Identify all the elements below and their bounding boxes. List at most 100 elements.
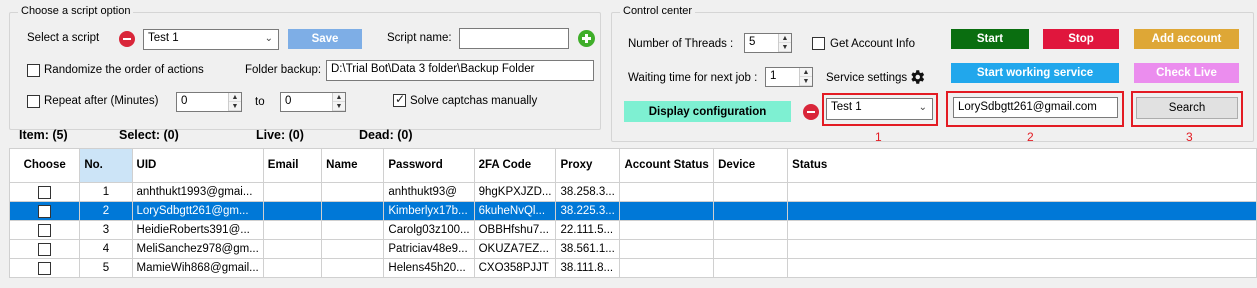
cell-status[interactable] — [787, 182, 1257, 202]
cell-device[interactable] — [713, 182, 789, 202]
cell-account-status[interactable] — [619, 182, 715, 202]
randomize-checkbox[interactable] — [27, 64, 40, 77]
col-account-status[interactable]: Account Status — [619, 148, 715, 183]
col-password[interactable]: Password — [383, 148, 475, 183]
gear-icon[interactable] — [908, 68, 926, 86]
table-row[interactable]: 2 LorySdbgtt261@gm... Kimberlyx17b... 6kuhe… — [8, 201, 1257, 221]
cell-email[interactable] — [262, 182, 323, 202]
add-account-button[interactable]: Add account — [1134, 29, 1239, 49]
cell-uid[interactable]: LorySdbgtt261@gm... — [131, 201, 264, 221]
script-name-input[interactable] — [459, 28, 569, 49]
cell-account-status[interactable] — [619, 220, 715, 240]
cell-uid[interactable]: HeidieRoberts391@... — [131, 220, 264, 240]
cell-password[interactable]: Helens45h20... — [383, 258, 475, 278]
start-working-service-button[interactable]: Start working service — [951, 63, 1119, 83]
cell-device[interactable] — [713, 220, 789, 240]
waiting-time-spinner[interactable]: 1 ▲ ▼ — [765, 67, 813, 87]
folder-backup-input[interactable]: D:\Trial Bot\Data 3 folder\Backup Folder — [326, 60, 594, 81]
choose-cell[interactable] — [8, 182, 81, 202]
remove-config-icon[interactable] — [803, 104, 819, 120]
cell-password[interactable]: Patriciav48e9... — [383, 239, 475, 259]
cell-no[interactable]: 5 — [79, 258, 133, 278]
spinner-arrows-icon[interactable]: ▲ ▼ — [228, 93, 241, 111]
solve-captcha-checkbox[interactable] — [393, 92, 406, 107]
cell-name[interactable] — [321, 220, 385, 240]
row-checkbox[interactable] — [38, 261, 52, 275]
cell-proxy[interactable]: 38.561.1... — [555, 239, 621, 259]
cell-status[interactable] — [787, 239, 1257, 259]
cell-password[interactable]: anhthukt93@ — [383, 182, 475, 202]
cell-account-status[interactable] — [619, 201, 715, 221]
cell-name[interactable] — [321, 258, 385, 278]
remove-script-icon[interactable] — [119, 31, 135, 47]
cell-email[interactable] — [262, 239, 323, 259]
cell-twofa[interactable]: OBBHfshu7... — [473, 220, 557, 240]
stop-button[interactable]: Stop — [1043, 29, 1119, 49]
choose-cell[interactable] — [8, 201, 81, 221]
config-select[interactable]: Test 1 ⌄ — [826, 98, 933, 120]
start-button[interactable]: Start — [951, 29, 1029, 49]
cell-device[interactable] — [713, 258, 789, 278]
threads-spinner[interactable]: 5 ▲ ▼ — [744, 33, 792, 53]
cell-name[interactable] — [321, 239, 385, 259]
check-live-button[interactable]: Check Live — [1134, 63, 1239, 83]
cell-email[interactable] — [262, 220, 323, 240]
cell-twofa[interactable]: 9hgKPXJZD... — [473, 182, 557, 202]
cell-status[interactable] — [787, 201, 1257, 221]
cell-account-status[interactable] — [619, 239, 715, 259]
save-button[interactable]: Save — [288, 29, 362, 49]
cell-email[interactable] — [262, 201, 323, 221]
search-button[interactable]: Search — [1136, 97, 1238, 119]
choose-cell[interactable] — [8, 220, 81, 240]
spinner-arrows-icon[interactable]: ▲ ▼ — [332, 93, 345, 111]
cell-account-status[interactable] — [619, 258, 715, 278]
cell-password[interactable]: Carolg03z100... — [383, 220, 475, 240]
cell-twofa[interactable]: 6kuheNvQl... — [473, 201, 557, 221]
col-device[interactable]: Device — [713, 148, 789, 183]
col-no[interactable]: No. — [79, 148, 133, 183]
search-input[interactable]: LorySdbgtt261@gmail.com — [953, 97, 1118, 118]
cell-no[interactable]: 2 — [79, 201, 133, 221]
add-script-icon[interactable] — [578, 30, 595, 47]
cell-status[interactable] — [787, 258, 1257, 278]
col-2fa-code[interactable]: 2FA Code — [473, 148, 557, 183]
cell-twofa[interactable]: CXO358PJJT — [473, 258, 557, 278]
cell-device[interactable] — [713, 201, 789, 221]
cell-name[interactable] — [321, 182, 385, 202]
cell-twofa[interactable]: OKUZA7EZ... — [473, 239, 557, 259]
row-checkbox[interactable] — [38, 185, 52, 199]
choose-cell[interactable] — [8, 239, 81, 259]
cell-email[interactable] — [262, 258, 323, 278]
script-select[interactable]: Test 1 ⌄ — [143, 29, 279, 50]
cell-uid[interactable]: MeliSanchez978@gm... — [131, 239, 264, 259]
col-name[interactable]: Name — [321, 148, 385, 183]
cell-no[interactable]: 1 — [79, 182, 133, 202]
col-proxy[interactable]: Proxy — [555, 148, 621, 183]
repeat-checkbox[interactable] — [27, 95, 40, 108]
cell-uid[interactable]: anhthukt1993@gmai... — [131, 182, 264, 202]
cell-status[interactable] — [787, 220, 1257, 240]
choose-cell[interactable] — [8, 258, 81, 278]
col-choose[interactable]: Choose — [8, 148, 81, 183]
row-checkbox[interactable] — [38, 223, 52, 237]
cell-proxy[interactable]: 38.111.8... — [555, 258, 621, 278]
cell-proxy[interactable]: 22.111.5... — [555, 220, 621, 240]
row-checkbox[interactable] — [38, 204, 52, 218]
row-checkbox[interactable] — [38, 242, 52, 256]
table-row[interactable]: 1 anhthukt1993@gmai... anhthukt93@ 9hgKPXJZ… — [8, 182, 1257, 202]
table-row[interactable]: 4 MeliSanchez978@gm... Patriciav48e9... OKU… — [8, 239, 1257, 259]
repeat-from-spinner[interactable]: 0 ▲ ▼ — [176, 92, 242, 112]
col-status[interactable]: Status — [787, 148, 1257, 183]
col-uid[interactable]: UID — [131, 148, 264, 183]
cell-no[interactable]: 4 — [79, 239, 133, 259]
spinner-arrows-icon[interactable]: ▲ ▼ — [799, 68, 812, 86]
cell-device[interactable] — [713, 239, 789, 259]
cell-no[interactable]: 3 — [79, 220, 133, 240]
cell-name[interactable] — [321, 201, 385, 221]
spinner-arrows-icon[interactable]: ▲ ▼ — [778, 34, 791, 52]
cell-uid[interactable]: MamieWih868@gmail... — [131, 258, 264, 278]
cell-proxy[interactable]: 38.258.3... — [555, 182, 621, 202]
table-row[interactable]: 5 MamieWih868@gmail... Helens45h20... CXO35… — [8, 258, 1257, 278]
col-email[interactable]: Email — [262, 148, 323, 183]
display-configuration-button[interactable]: Display configuration — [624, 101, 791, 122]
